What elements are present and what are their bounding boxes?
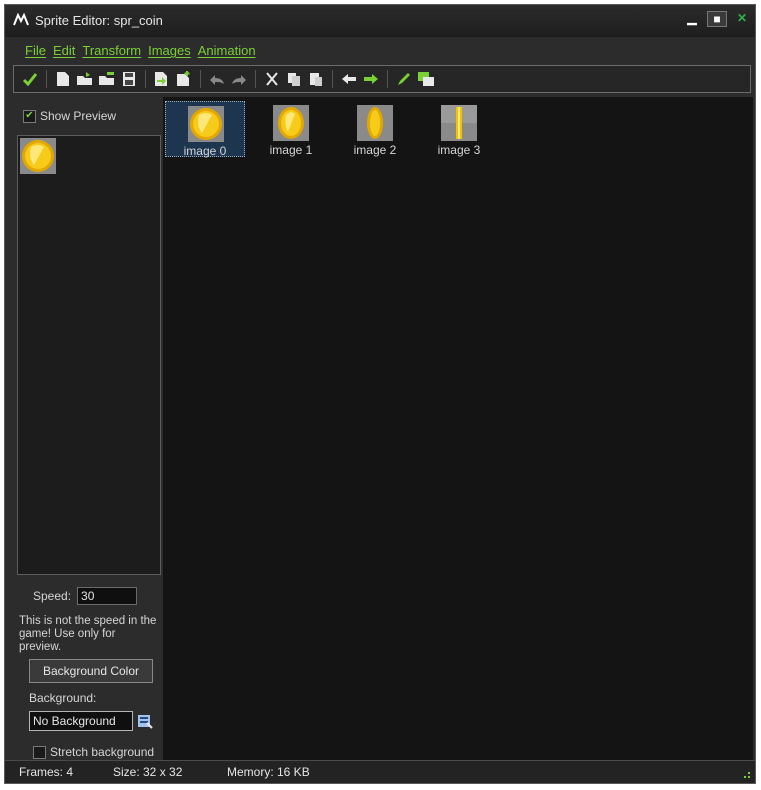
background-label: Background: bbox=[29, 691, 97, 705]
minimize-button[interactable]: ▁ bbox=[683, 11, 701, 25]
background-field[interactable]: No Background bbox=[29, 711, 133, 731]
image-layers-icon[interactable] bbox=[416, 69, 436, 89]
add-image-icon[interactable] bbox=[174, 69, 194, 89]
frame-label: image 0 bbox=[183, 144, 227, 158]
copy-icon[interactable] bbox=[284, 69, 304, 89]
frames-area: image 0 image 1 image 2 image 3 bbox=[163, 97, 753, 761]
frame-label: image 2 bbox=[353, 143, 397, 157]
maximize-button[interactable]: ■ bbox=[707, 11, 727, 27]
menu-edit[interactable]: Edit bbox=[51, 39, 80, 61]
edit-icon[interactable] bbox=[394, 69, 414, 89]
left-panel: ✔ Show Preview Speed: 30 This is not the… bbox=[13, 97, 163, 761]
frame-image-3[interactable]: image 3 bbox=[419, 101, 499, 157]
checkbox-unchecked[interactable] bbox=[33, 745, 46, 759]
frame-image-2[interactable]: image 2 bbox=[335, 101, 415, 157]
toolbar-separator bbox=[200, 70, 201, 88]
open-strip-icon[interactable] bbox=[97, 69, 117, 89]
menu-bar: File Edit Transform Images Animation bbox=[5, 39, 755, 61]
frame-label: image 3 bbox=[437, 143, 481, 157]
toolbar-separator bbox=[332, 70, 333, 88]
title-bar[interactable]: Sprite Editor: spr_coin ▁ ■ ✕ bbox=[5, 5, 755, 37]
close-button[interactable]: ✕ bbox=[733, 11, 751, 25]
toolbar-separator bbox=[255, 70, 256, 88]
cut-icon[interactable] bbox=[262, 69, 282, 89]
open-icon[interactable] bbox=[75, 69, 95, 89]
checkbox-checked[interactable]: ✔ bbox=[23, 109, 36, 123]
gamemaker-icon bbox=[13, 13, 29, 26]
status-bar: Frames: 4 Size: 32 x 32 Memory: 16 KB bbox=[5, 760, 755, 783]
save-icon[interactable] bbox=[119, 69, 139, 89]
menu-transform[interactable]: Transform bbox=[80, 39, 146, 61]
coin-preview-image bbox=[20, 138, 56, 174]
memory-usage: Memory: 16 KB bbox=[227, 765, 310, 779]
confirm-icon[interactable] bbox=[20, 69, 40, 89]
toolbar-separator bbox=[46, 70, 47, 88]
frame-image-0[interactable]: image 0 bbox=[165, 101, 245, 158]
coin-frame-image bbox=[357, 105, 393, 141]
frame-image-1[interactable]: image 1 bbox=[251, 101, 331, 157]
toolbar bbox=[13, 65, 751, 93]
coin-frame-image bbox=[188, 106, 224, 142]
speed-note: This is not the speed in the game! Use o… bbox=[19, 615, 157, 653]
frame-label: image 1 bbox=[269, 143, 313, 157]
browse-background-icon[interactable] bbox=[137, 713, 153, 729]
toolbar-separator bbox=[145, 70, 146, 88]
sprite-size: Size: 32 x 32 bbox=[113, 765, 183, 779]
menu-images[interactable]: Images bbox=[146, 39, 196, 61]
frames-count: Frames: 4 bbox=[19, 765, 74, 779]
shift-right-icon[interactable] bbox=[361, 69, 381, 89]
paste-icon[interactable] bbox=[306, 69, 326, 89]
resize-grip-icon[interactable] bbox=[743, 771, 751, 779]
undo-icon[interactable] bbox=[207, 69, 227, 89]
redo-icon[interactable] bbox=[229, 69, 249, 89]
stretch-background-label: Stretch background bbox=[50, 745, 155, 759]
window-title: Sprite Editor: spr_coin bbox=[35, 13, 163, 28]
speed-input[interactable]: 30 bbox=[77, 587, 138, 605]
preview-area bbox=[17, 135, 161, 575]
new-icon[interactable] bbox=[53, 69, 73, 89]
menu-animation[interactable]: Animation bbox=[196, 39, 261, 61]
coin-frame-image bbox=[273, 105, 309, 141]
speed-row: Speed: 30 bbox=[33, 587, 138, 605]
toolbar-separator bbox=[387, 70, 388, 88]
coin-frame-image bbox=[441, 105, 477, 141]
show-preview-label: Show Preview bbox=[40, 109, 117, 123]
menu-file[interactable]: File bbox=[23, 39, 51, 61]
sprite-editor-window: Sprite Editor: spr_coin ▁ ■ ✕ File Edit … bbox=[4, 4, 756, 784]
import-icon[interactable] bbox=[152, 69, 172, 89]
shift-left-icon[interactable] bbox=[339, 69, 359, 89]
speed-label: Speed: bbox=[33, 589, 72, 603]
show-preview-checkbox[interactable]: ✔ Show Preview bbox=[23, 109, 116, 123]
stretch-background-checkbox[interactable]: Stretch background bbox=[33, 745, 154, 759]
background-color-button[interactable]: Background Color bbox=[29, 659, 153, 683]
